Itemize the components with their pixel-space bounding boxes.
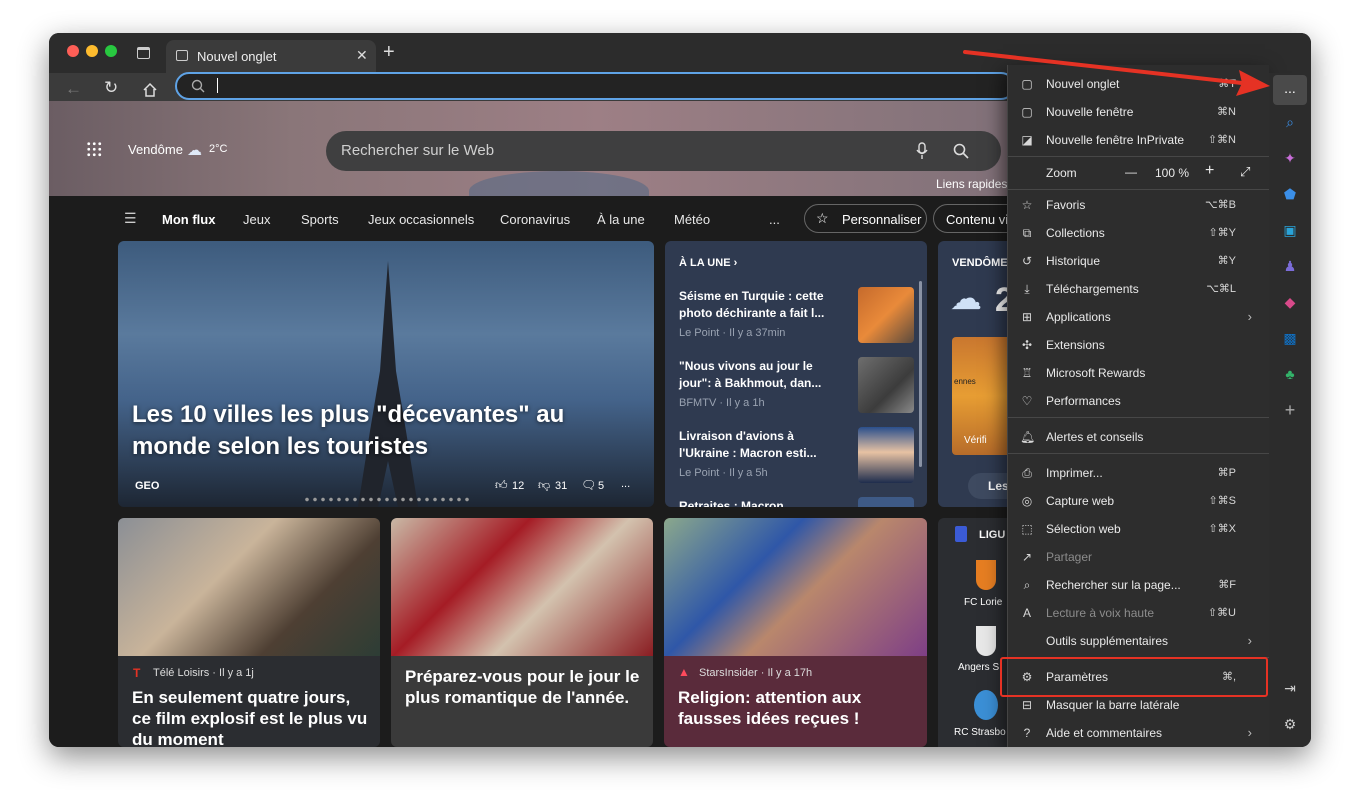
annotation-arrow <box>963 50 1270 96</box>
